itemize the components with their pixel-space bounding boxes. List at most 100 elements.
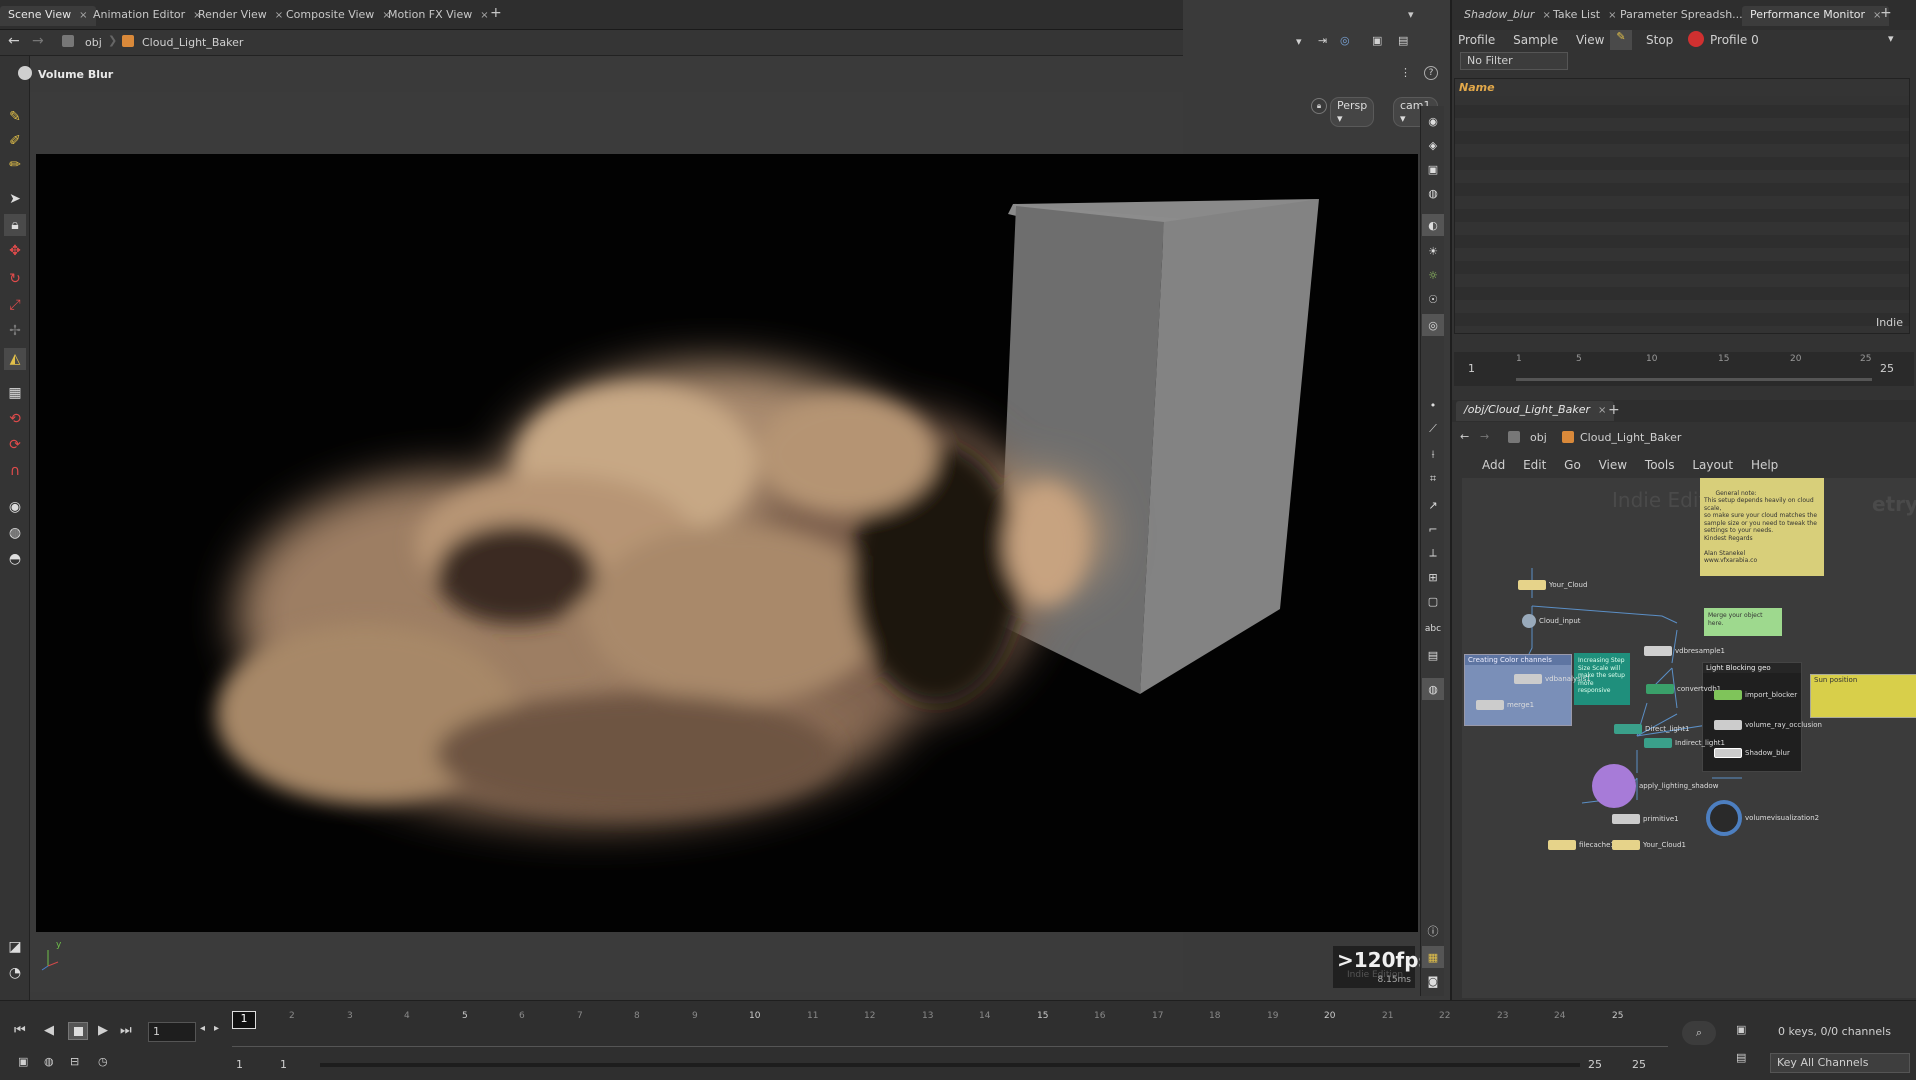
current-frame-field[interactable]: 1 <box>148 1022 196 1042</box>
display-options-icon[interactable]: ◪ <box>4 936 26 958</box>
range-end-field[interactable]: 25 <box>1588 1058 1602 1071</box>
forward-arrow-icon[interactable]: → <box>1480 430 1489 443</box>
snap-point-icon[interactable]: ⟳ <box>4 434 26 456</box>
tab-motion-fx-view[interactable]: Motion FX View × <box>380 6 497 26</box>
snapshot-icon[interactable]: ▤ <box>1422 644 1444 666</box>
play-reverse-icon[interactable]: ◀ <box>44 1023 54 1038</box>
transform-tool-icon[interactable]: ✢ <box>4 320 26 342</box>
stop-icon[interactable] <box>68 1022 88 1040</box>
menu-edit[interactable]: Edit <box>1523 458 1546 472</box>
back-arrow-icon[interactable]: ← <box>1460 430 1469 443</box>
grid-layout-icon[interactable]: ▦ <box>1422 946 1444 968</box>
sticky-general-note[interactable]: General note: This setup depends heavily… <box>1700 478 1824 576</box>
add-tab-icon[interactable]: + <box>1600 400 1628 420</box>
handle-tool-icon[interactable]: ✎ <box>4 106 26 128</box>
guide-icon[interactable]: ⌐ <box>1422 518 1444 540</box>
scale-tool-icon[interactable]: ⤢ <box>4 294 26 316</box>
viewport-render-area[interactable] <box>36 154 1418 932</box>
jump-end-icon[interactable]: ⏭ <box>120 1023 132 1038</box>
viewport[interactable]: 🔒︎ Persp ▾ cam1 ▾ y >120fps Indie Editio… <box>30 92 1438 992</box>
pane-menu-icon[interactable]: ▾ <box>1400 6 1422 26</box>
desktop-icon[interactable]: ▣ <box>1372 34 1382 47</box>
points-icon[interactable]: • <box>1422 394 1444 416</box>
node-vdbresample[interactable]: vdbresample1 <box>1644 646 1725 656</box>
step-forward-icon[interactable]: ▸ <box>214 1023 219 1034</box>
mini-timeline[interactable]: 1 1 5 10 15 20 25 25 <box>1454 352 1914 386</box>
render-tool-icon[interactable]: ◓ <box>4 548 26 570</box>
ghost-icon[interactable]: ◈ <box>1422 134 1444 156</box>
range-start-label[interactable]: 1 <box>236 1058 243 1071</box>
tab-shadow-blur[interactable]: Shadow_blur × <box>1456 6 1559 26</box>
move-tool-icon[interactable]: ✥ <box>4 240 26 262</box>
help-icon[interactable]: ? <box>1424 66 1438 80</box>
lock-icon[interactable]: ▣ <box>1422 158 1444 180</box>
node-merge[interactable]: merge1 <box>1476 700 1534 710</box>
light-icon[interactable]: ☀ <box>1422 240 1444 262</box>
record-icon[interactable] <box>1688 31 1704 47</box>
menu-go[interactable]: Go <box>1564 458 1581 472</box>
key-options-icon[interactable]: ▣ <box>1736 1023 1746 1036</box>
range-icon[interactable]: ⊟ <box>70 1055 79 1068</box>
audio-scrub-icon[interactable]: ◍ <box>44 1055 54 1068</box>
step-back-icon[interactable]: ◂ <box>200 1023 205 1034</box>
pin-view-icon[interactable]: ◍ <box>1422 678 1444 700</box>
range-slider[interactable] <box>320 1063 1580 1067</box>
eye-icon[interactable]: ◉ <box>1422 110 1444 132</box>
path-root[interactable]: obj <box>85 36 102 49</box>
column-name-header[interactable]: Name <box>1455 79 1909 96</box>
normals-icon[interactable]: ⟋ <box>1422 418 1444 440</box>
lock-camera-icon[interactable]: 🔒︎ <box>1311 98 1327 114</box>
add-tab-icon[interactable]: + <box>482 3 510 23</box>
node-your-cloud1[interactable]: Your_Cloud1 <box>1612 840 1686 850</box>
tab-scene-view[interactable]: Scene View × <box>0 6 96 26</box>
key-all-channels-button[interactable]: Key All Channels <box>1770 1053 1910 1073</box>
projection-dropdown[interactable]: Persp ▾ <box>1330 97 1375 127</box>
shadows-icon[interactable]: ◎ <box>1422 314 1444 336</box>
tab-render-view[interactable]: Render View × <box>190 6 291 26</box>
node-volvis[interactable]: volumevisualization2 <box>1706 800 1819 836</box>
filter-dropdown[interactable]: No Filter <box>1460 52 1568 70</box>
pose-tool-icon[interactable]: ✐ <box>4 130 26 152</box>
edit-tool-icon[interactable]: ◭ <box>4 348 26 370</box>
node-cloud-input[interactable]: Cloud_input <box>1522 614 1581 628</box>
play-forward-icon[interactable]: ▶ <box>98 1023 108 1038</box>
audio-icon[interactable]: ⌕ <box>1682 1021 1716 1045</box>
wire-icon[interactable]: ⟊ <box>1422 444 1444 466</box>
menu-sample[interactable]: Sample <box>1513 33 1558 47</box>
range-start-field[interactable]: 1 <box>280 1058 287 1071</box>
node-your-cloud[interactable]: Your_Cloud <box>1518 580 1587 590</box>
path-dropdown-icon[interactable]: ▾ <box>1296 35 1302 48</box>
rotate-tool-icon[interactable]: ↻ <box>4 268 26 290</box>
menu-help[interactable]: Help <box>1751 458 1778 472</box>
menu-view[interactable]: View <box>1576 33 1604 47</box>
text-display-icon[interactable]: abc <box>1422 618 1444 640</box>
settings-icon[interactable]: ▤ <box>1398 34 1408 47</box>
info-icon[interactable]: ⓘ <box>1422 920 1444 942</box>
menu-profile[interactable]: Profile <box>1458 33 1495 47</box>
headlight-icon[interactable]: ☼ <box>1422 264 1444 286</box>
path-node[interactable]: Cloud_Light_Baker <box>1580 431 1681 444</box>
mini-start[interactable]: 1 <box>1468 362 1475 375</box>
snap-prim-icon[interactable]: ⟲ <box>4 408 26 430</box>
profile-dropdown-icon[interactable]: ▾ <box>1888 32 1894 45</box>
realtime-icon[interactable]: ▣ <box>18 1055 28 1068</box>
network-box-color-channels[interactable]: Creating Color channels <box>1464 654 1572 726</box>
shading-icon[interactable]: ◐ <box>1422 214 1444 236</box>
select-display-icon[interactable]: ▢ <box>1422 590 1444 612</box>
mini-range-bar[interactable] <box>1516 378 1872 381</box>
timeline-ruler[interactable]: 1 2 3 4 5 6 7 8 9 10 11 12 13 14 15 16 1… <box>232 1011 1668 1047</box>
render-snapshot-icon[interactable]: ◙ <box>1422 970 1444 992</box>
back-arrow-icon[interactable]: ← <box>8 33 20 49</box>
pin-icon[interactable]: ⇥ <box>1318 34 1327 47</box>
node-convertvdb[interactable]: convertvdb1 <box>1646 684 1721 694</box>
network-canvas[interactable]: Indie Edition etry General note: This se… <box>1462 478 1916 998</box>
jump-start-icon[interactable]: ⏮ <box>14 1023 26 1038</box>
add-tab-icon[interactable]: + <box>1872 3 1900 23</box>
menu-view[interactable]: View <box>1599 458 1627 472</box>
magnet-icon[interactable]: ∩ <box>4 460 26 482</box>
snap-grid-icon[interactable]: ▦ <box>4 382 26 404</box>
forward-arrow-icon[interactable]: → <box>32 33 44 49</box>
brush-tool-icon[interactable]: ✏ <box>4 154 26 176</box>
select-tool-icon[interactable]: ➤ <box>4 188 26 210</box>
sticky-merge-note[interactable]: Merge your object here. <box>1704 608 1782 636</box>
